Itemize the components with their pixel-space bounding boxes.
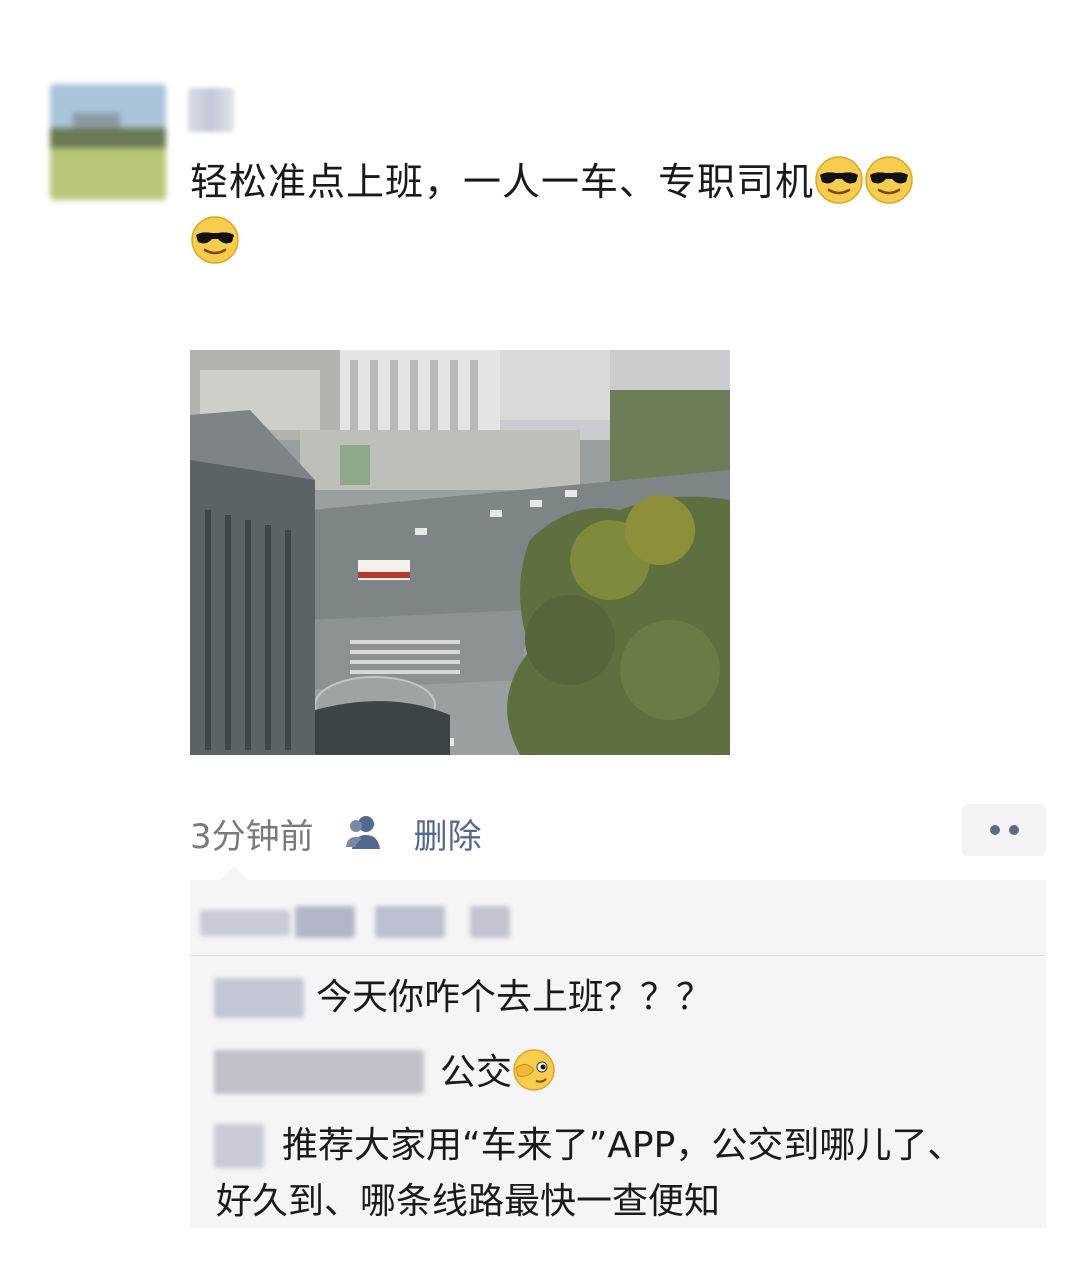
cool-sunglasses-icon: [190, 215, 240, 265]
commenter-name-blurred[interactable]: [214, 1050, 424, 1094]
post-photo[interactable]: [190, 350, 730, 755]
comment-text: 推荐大家用“车来了”APP，公交到哪儿了、好久到、哪条线路最快一查便知: [216, 1125, 964, 1222]
comment-text: 今天你咋个去上班？？？: [316, 977, 713, 1018]
nickname-blurred[interactable]: [188, 88, 234, 132]
post-text: 轻松准点上班，一人一车、专职司机: [190, 160, 815, 204]
likes-row-blurred: [200, 900, 520, 940]
comment-text: 公交: [440, 1052, 513, 1093]
facepalm-peek-icon: [512, 1048, 556, 1092]
comments-arrow: [220, 866, 248, 880]
more-button[interactable]: [962, 804, 1046, 856]
commenter-name-blurred[interactable]: [214, 978, 304, 1018]
comments-divider: [190, 955, 1046, 956]
more-dot: [1008, 825, 1019, 835]
comment-item[interactable]: 今天你咋个去上班？？？: [316, 970, 712, 1026]
comment-item[interactable]: 推荐大家用“车来了”APP，公交到哪儿了、好久到、哪条线路最快一查便知: [216, 1118, 996, 1230]
people-icon[interactable]: [344, 813, 386, 853]
comment-item[interactable]: 公交: [440, 1045, 556, 1101]
delete-link[interactable]: 删除: [414, 809, 482, 858]
cool-sunglasses-icon: [864, 155, 914, 205]
post-meta-row: 3分钟前 删除: [190, 808, 482, 858]
more-dots-icon: [989, 825, 1000, 835]
post-text-block: 轻松准点上班，一人一车、专职司机: [190, 152, 1040, 272]
post-time: 3分钟前: [190, 816, 314, 857]
avatar[interactable]: [50, 84, 166, 200]
cool-sunglasses-icon: [814, 155, 864, 205]
